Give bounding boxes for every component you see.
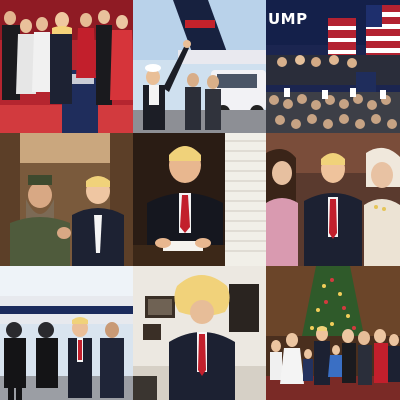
desk-signing-photo (133, 133, 266, 266)
photo-tile-interview[interactable] (266, 133, 400, 266)
photo-tile-plane-cabin[interactable] (0, 133, 133, 266)
jet-tarmac-photo (133, 0, 266, 133)
photo-tile-desk-signing[interactable] (133, 133, 266, 266)
christmas-family-photo (266, 266, 400, 400)
seated-interview-photo (266, 133, 400, 266)
photo-tile-christmas-family[interactable] (266, 266, 400, 400)
photo-tile-police-group[interactable] (0, 266, 133, 400)
photo-collage: UMP (0, 0, 400, 400)
photo-tile-hair-prop[interactable] (133, 266, 266, 400)
podium-group-photo (0, 0, 133, 133)
plane-cabin-photo (0, 133, 133, 266)
photo-tile-rally[interactable]: UMP (266, 0, 400, 133)
police-officers-photo (0, 266, 133, 400)
mirror-hair-prop-photo (133, 266, 266, 400)
photo-tile-podium-group[interactable] (0, 0, 133, 133)
rally-sign-text: UMP (268, 10, 308, 28)
photo-tile-jet-tarmac[interactable] (133, 0, 266, 133)
